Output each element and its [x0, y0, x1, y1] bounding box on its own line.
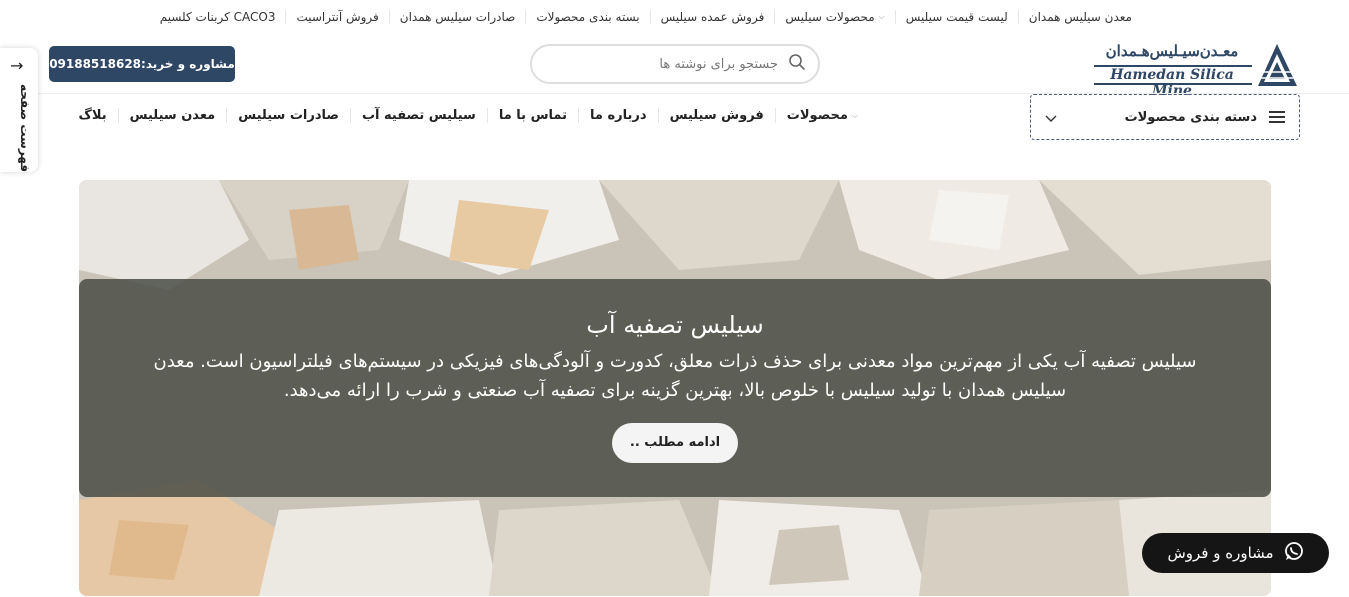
- consult-buy-button[interactable]: مشاوره و خرید:09188518628: [49, 46, 235, 82]
- top-link-1[interactable]: لیست قیمت سیلیس: [894, 10, 1018, 24]
- top-link-7[interactable]: کربنات کلسیم CACO3: [150, 10, 286, 24]
- whatsapp-icon: [1284, 541, 1304, 565]
- top-utility-bar: معدن سیلیس همدان لیست قیمت سیلیس محصولات س…: [0, 0, 1349, 34]
- nav-item-2[interactable]: درباره ما: [578, 108, 658, 123]
- page-index-tab[interactable]: → فهرست صفحه: [0, 48, 38, 172]
- nav-item-1[interactable]: فروش سیلیس: [657, 108, 775, 123]
- nav-item-label: درباره ما: [590, 108, 647, 123]
- hamburger-icon: [1269, 111, 1285, 123]
- top-link-2[interactable]: محصولات سیلیس ⌵: [774, 10, 894, 24]
- hero-title: سیلیس تصفیه آب: [586, 311, 764, 339]
- nav-item-label: سیلیس تصفیه آب: [361, 108, 476, 123]
- top-links: معدن سیلیس همدان لیست قیمت سیلیس محصولات س…: [150, 10, 1142, 24]
- top-link-label: کربنات کلسیم CACO3: [159, 10, 276, 24]
- nav-item-3[interactable]: تماس با ما: [486, 108, 578, 123]
- chevron-down-icon: [1045, 108, 1057, 127]
- nav-item-label: صادرات سیلیس: [238, 108, 339, 123]
- top-link-label: صادرات سیلیس همدان: [399, 10, 516, 24]
- logo-text-fa: معـدن‌سیـلیس‌هـمدان: [1105, 42, 1239, 60]
- nav-item-label: فروش سیلیس: [669, 108, 764, 123]
- chevron-down-icon: ⌵: [851, 110, 858, 120]
- whatsapp-consult-button[interactable]: مشاوره و فروش: [1142, 533, 1329, 573]
- hero-text: سیلیس تصفیه آب یکی از مهم‌ترین مواد معدن…: [153, 351, 1197, 401]
- page-index-label: فهرست صفحه: [18, 84, 32, 173]
- category-menu-label: دسته بندی محصولات: [1124, 109, 1257, 125]
- top-link-label: فروش عمده سیلیس: [660, 10, 765, 24]
- top-link-3[interactable]: فروش عمده سیلیس: [649, 10, 775, 24]
- chevron-down-icon: ⌵: [878, 12, 885, 21]
- top-link-6[interactable]: فروش آنتراسیت: [285, 10, 388, 24]
- nav-item-0[interactable]: محصولات ⌵: [774, 108, 869, 123]
- top-link-label: محصولات سیلیس: [785, 10, 875, 24]
- nav-item-4[interactable]: سیلیس تصفیه آب: [349, 108, 487, 123]
- top-link-4[interactable]: بسته بندی محصولات: [525, 10, 649, 24]
- main-navigation: محصولات ⌵ فروش سیلیس درباره ما تماس با ما سیل…: [68, 108, 869, 123]
- nav-item-5[interactable]: صادرات سیلیس: [226, 108, 350, 123]
- top-link-label: فروش آنتراسیت: [296, 10, 379, 24]
- read-more-button[interactable]: ادامه مطلب ..: [611, 423, 739, 463]
- top-link-label: لیست قیمت سیلیس: [905, 10, 1008, 24]
- nav-item-label: معدن سیلیس: [129, 108, 216, 123]
- nav-item-label: بلاگ: [78, 108, 107, 123]
- hero-overlay: سیلیس تصفیه آب سیلیس تصفیه آب یکی از مهم…: [79, 279, 1271, 497]
- category-menu-button[interactable]: دسته بندی محصولات: [1030, 94, 1300, 140]
- top-link-label: معدن سیلیس همدان: [1028, 10, 1132, 24]
- nav-item-6[interactable]: معدن سیلیس: [117, 108, 227, 123]
- site-logo[interactable]: معـدن‌سیـلیس‌هـمدان Hamedan Silica Mine: [1090, 42, 1300, 99]
- nav-item-label: محصولات: [786, 108, 848, 123]
- nav-item-label: تماس با ما: [498, 108, 568, 123]
- search-icon[interactable]: [788, 53, 806, 75]
- whatsapp-label: مشاوره و فروش: [1167, 544, 1274, 562]
- top-link-5[interactable]: صادرات سیلیس همدان: [388, 10, 526, 24]
- arrow-right-icon: →: [10, 56, 24, 75]
- search-box[interactable]: [530, 44, 820, 84]
- search-input[interactable]: [578, 56, 778, 72]
- top-link-label: بسته بندی محصولات: [536, 10, 640, 24]
- top-link-0[interactable]: معدن سیلیس همدان: [1017, 10, 1142, 24]
- nav-item-7[interactable]: بلاگ: [68, 108, 118, 123]
